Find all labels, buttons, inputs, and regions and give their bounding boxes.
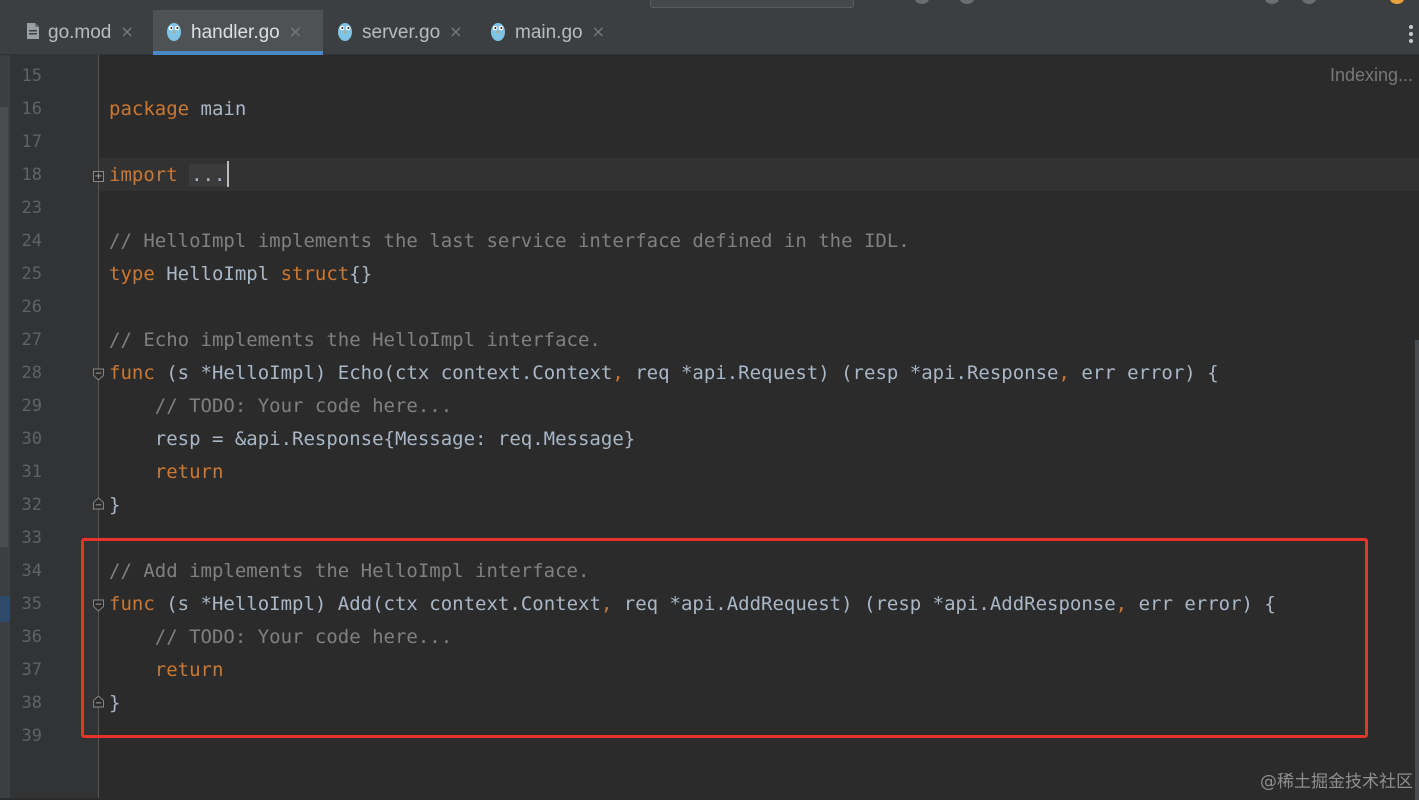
line-number: 28	[21, 363, 42, 383]
tab-handler-go[interactable]: handler.go ×	[153, 10, 323, 55]
toolbar-icon[interactable]	[960, 0, 974, 4]
code-text: (s *HelloImpl) Echo(ctx context.Context	[154, 362, 613, 384]
line-number: 17	[21, 132, 42, 152]
punctuation: ,	[612, 362, 624, 384]
tab-go-mod[interactable]: go.mod ×	[14, 10, 152, 55]
code-comment: // HelloImpl implements the last service…	[109, 230, 910, 252]
toolbar-icon[interactable]	[915, 0, 929, 4]
close-icon[interactable]: ×	[289, 22, 302, 41]
tab-server-go[interactable]: server.go ×	[324, 10, 474, 55]
code-comment: // Echo implements the HelloImpl interfa…	[109, 329, 601, 351]
keyword: type	[109, 263, 155, 285]
line-number: 25	[21, 264, 42, 284]
line-number: 36	[21, 627, 42, 647]
line-number: 16	[21, 99, 42, 119]
tab-label: main.go	[515, 21, 583, 43]
tab-label: server.go	[362, 21, 441, 43]
tab-label: handler.go	[191, 21, 280, 43]
line-number: 30	[21, 429, 42, 449]
code-line: type HelloImpl struct{}	[109, 258, 372, 291]
keyword: func	[109, 362, 155, 384]
line-number: 26	[21, 297, 42, 317]
file-icon	[26, 22, 40, 44]
current-line-highlight	[99, 158, 1419, 191]
line-number: 23	[21, 198, 42, 218]
toolbar-icon[interactable]	[1302, 0, 1316, 4]
code-text: resp = &api.Response{Message: req.Messag…	[109, 428, 636, 450]
tool-window-strip	[0, 55, 10, 798]
code-line: package main	[109, 93, 246, 126]
code-text: req *api.Request) (resp *api.Response	[623, 362, 1059, 384]
keyword: struct	[280, 263, 350, 285]
close-icon[interactable]: ×	[592, 22, 605, 41]
code-text: }	[109, 494, 121, 516]
code-comment: // TODO: Your code here...	[109, 395, 453, 417]
line-number: 37	[21, 660, 42, 680]
gopher-icon	[489, 20, 507, 46]
line-number: 29	[21, 396, 42, 416]
keyword: package	[109, 98, 190, 120]
line-number: 38	[21, 693, 42, 713]
tab-label: go.mod	[48, 21, 112, 43]
more-tabs-menu-icon[interactable]	[1407, 20, 1415, 48]
watermark: @稀土掘金技术社区	[1260, 772, 1413, 792]
line-number: 32	[21, 495, 42, 515]
code-line: func (s *HelloImpl) Echo(ctx context.Con…	[109, 357, 1219, 390]
indexing-status: Indexing...	[1329, 65, 1413, 85]
code-text: {}	[349, 263, 373, 285]
line-number: 18	[21, 165, 42, 185]
code-line: return	[109, 456, 224, 489]
vertical-scrollbar[interactable]	[1415, 340, 1419, 800]
gopher-icon	[336, 20, 354, 46]
fold-collapse-icon[interactable]	[93, 368, 104, 381]
code-text: main	[189, 98, 247, 120]
line-number: 31	[21, 462, 42, 482]
text-cursor	[227, 160, 230, 187]
code-text: err error) {	[1069, 362, 1219, 384]
close-icon[interactable]: ×	[120, 22, 133, 41]
fold-expand-icon[interactable]: +	[93, 171, 104, 182]
line-number: 24	[21, 231, 42, 251]
line-number: 15	[21, 66, 42, 86]
line-number: 34	[21, 561, 42, 581]
tab-main-go[interactable]: main.go ×	[477, 10, 617, 55]
line-number: 39	[21, 726, 42, 746]
code-editor[interactable]: 15 16 17 18 23 24 25 26 27 28 29 30 31 3…	[0, 55, 1419, 800]
folded-imports[interactable]: ...	[189, 164, 228, 186]
keyword: import	[109, 164, 178, 186]
keyword: return	[154, 461, 224, 483]
code-line: import ...	[109, 159, 230, 192]
line-number: 33	[21, 528, 42, 548]
line-number: 35	[21, 594, 42, 614]
gopher-icon	[165, 20, 183, 46]
notification-icon[interactable]	[1390, 0, 1404, 4]
code-text: HelloImpl	[154, 263, 281, 285]
close-icon[interactable]: ×	[449, 22, 462, 41]
annotation-highlight-box	[81, 538, 1368, 738]
toolbar-icon[interactable]	[1265, 0, 1279, 4]
editor-tab-bar: go.mod × handler.go × server.go × main.g…	[0, 10, 1419, 55]
line-number: 27	[21, 330, 42, 350]
punctuation: ,	[1058, 362, 1070, 384]
fold-end-icon[interactable]	[93, 497, 104, 510]
top-toolbar-remnant	[0, 0, 1419, 10]
toolbar-search-field[interactable]	[650, 0, 854, 8]
